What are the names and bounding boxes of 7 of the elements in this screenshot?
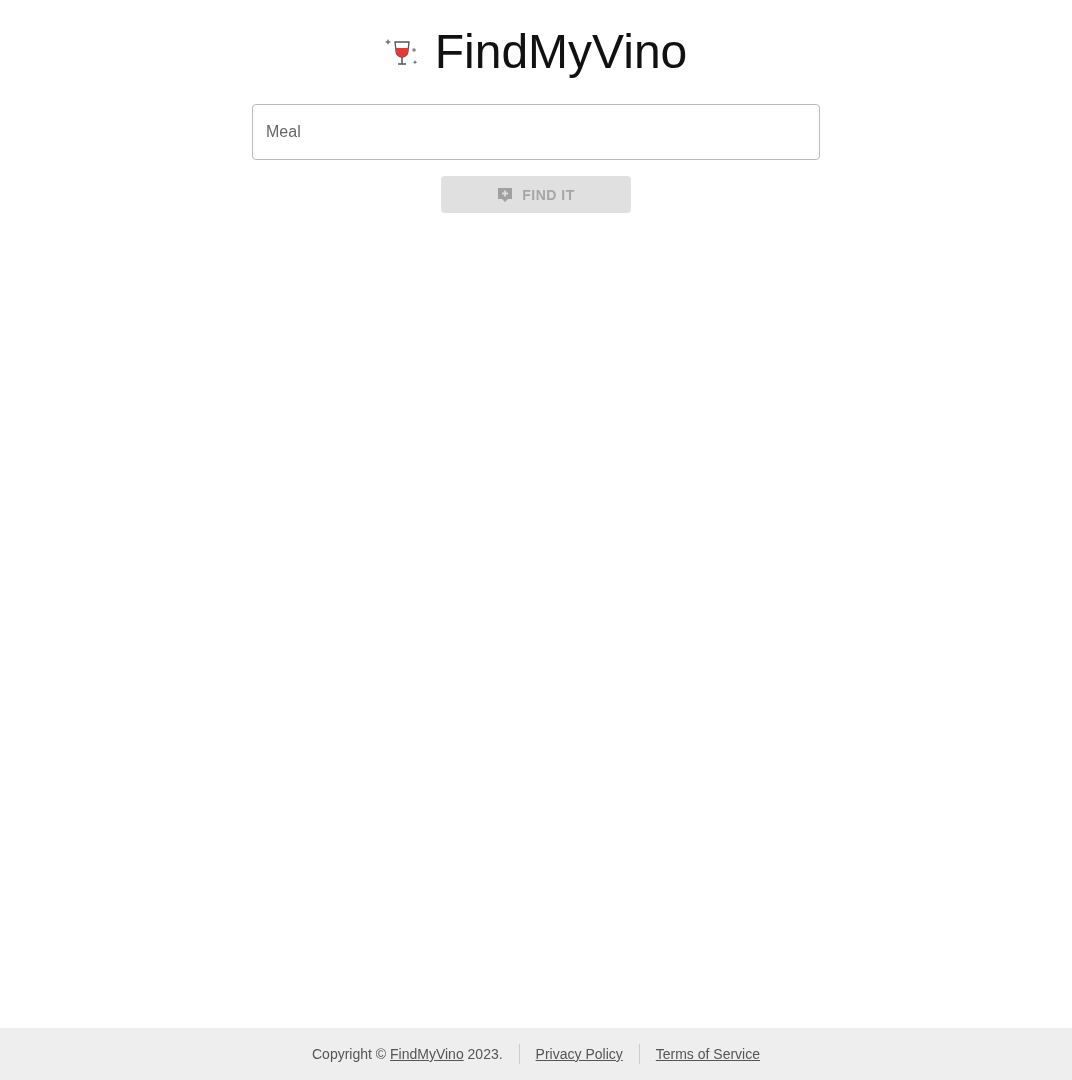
copyright-text: Copyright © FindMyVino 2023. [312,1046,503,1062]
app-title: FindMyVino [434,26,688,78]
plus-bubble-icon [497,186,514,203]
footer-link[interactable]: Terms of Service [655,1046,760,1062]
footer-link[interactable]: Privacy Policy [535,1046,623,1062]
meal-input-field[interactable]: Meal [252,104,820,160]
home-link[interactable]: FindMyVino [390,1046,464,1062]
